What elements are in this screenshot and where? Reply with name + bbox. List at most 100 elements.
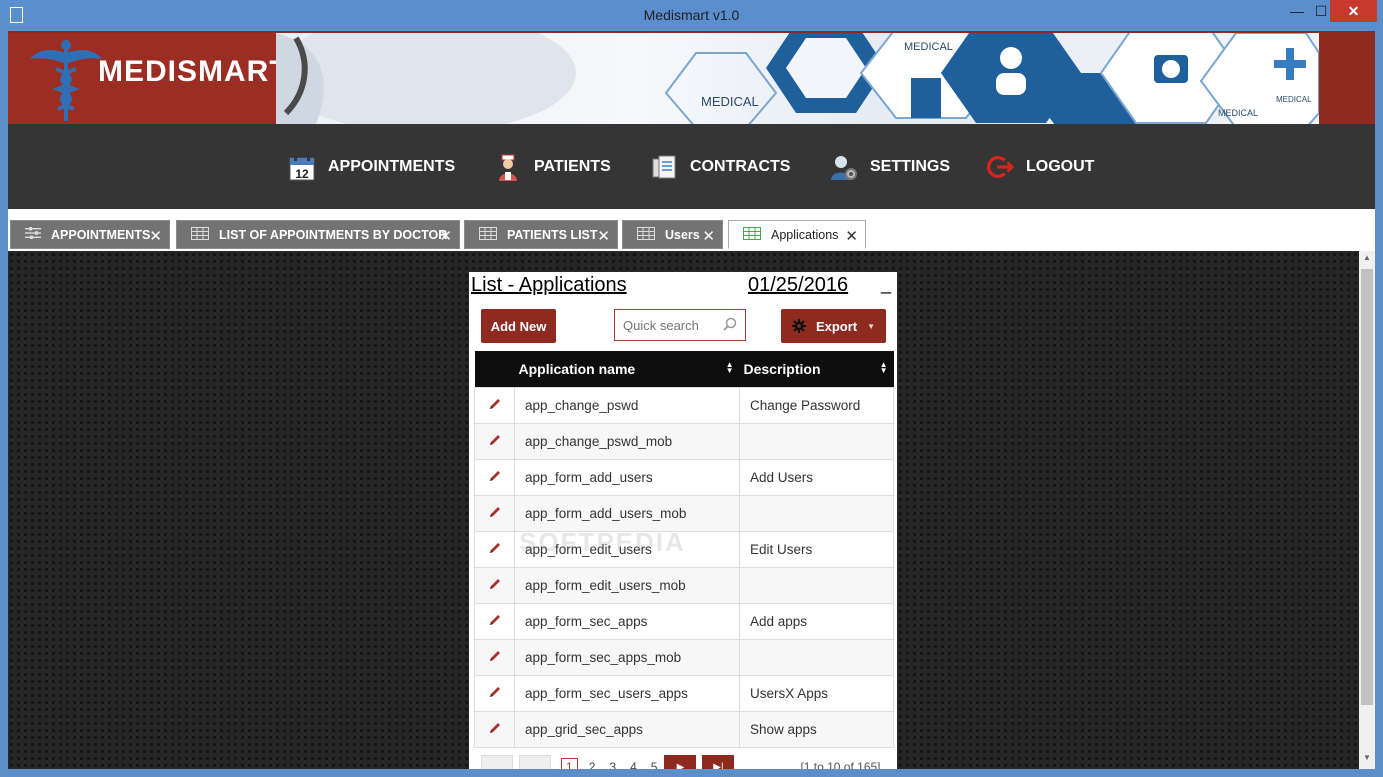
- edit-cell: [474, 639, 515, 676]
- application-name-cell: app_grid_sec_apps: [514, 711, 740, 748]
- banner-label: MEDICAL: [1218, 108, 1259, 118]
- pencil-icon[interactable]: [488, 541, 502, 555]
- nav-label: LOGOUT: [1026, 158, 1095, 175]
- last-page-button[interactable]: ▶|: [702, 755, 735, 769]
- window-titlebar: Medismart v1.0 — ☐ ✕: [0, 0, 1383, 31]
- tab-appointments[interactable]: APPOINTMENTS ✕: [10, 220, 170, 249]
- banner-label: MEDICAL: [1276, 95, 1312, 104]
- medical-hexagon-graphic: [276, 33, 1319, 124]
- tab-label: PATIENTS LIST: [507, 227, 598, 242]
- nav-appointments[interactable]: 12 APPOINTMENTS: [288, 151, 455, 183]
- pencil-icon[interactable]: [488, 397, 502, 411]
- pagination-info: [1 to 10 of 165]: [800, 760, 881, 769]
- search-input[interactable]: [621, 316, 725, 334]
- column-header-application-name[interactable]: Application name ▲ ▼: [514, 351, 740, 388]
- pencil-icon[interactable]: [488, 469, 502, 483]
- page-title: List - Applications: [471, 274, 627, 296]
- chevron-down-icon: ▼: [867, 321, 876, 331]
- nurse-icon: [494, 153, 522, 181]
- page-number[interactable]: 5: [651, 760, 658, 769]
- description-cell: [739, 567, 894, 604]
- page-number-current[interactable]: 1: [561, 758, 578, 769]
- prev-page-button[interactable]: [519, 755, 551, 769]
- edit-column-header: [474, 351, 515, 388]
- tab-label: APPOINTMENTS: [51, 227, 151, 242]
- edit-cell: [474, 459, 515, 496]
- pencil-icon[interactable]: [488, 685, 502, 699]
- application-name-cell: app_form_sec_apps_mob: [514, 639, 740, 676]
- column-header-description[interactable]: Description ▲ ▼: [739, 351, 894, 388]
- tab-users[interactable]: Users ✕: [622, 220, 723, 249]
- page-number[interactable]: 2: [589, 760, 596, 769]
- edit-cell: [474, 531, 515, 568]
- header-banner: MEDISMART MEDICAL MEDICAL MEDICAL MEDICA…: [8, 31, 1375, 126]
- user-gear-icon: [830, 153, 858, 181]
- nav-settings[interactable]: SETTINGS: [830, 151, 950, 183]
- close-icon[interactable]: ✕: [149, 227, 162, 245]
- sliders-icon: [25, 227, 41, 242]
- application-name-cell: app_form_sec_apps: [514, 603, 740, 640]
- documents-icon: [650, 153, 678, 181]
- description-cell: [739, 639, 894, 676]
- close-icon[interactable]: ✕: [845, 227, 858, 245]
- description-cell: UsersX Apps: [739, 675, 894, 712]
- edit-cell: [474, 387, 515, 424]
- tab-applications[interactable]: Applications ✕: [728, 220, 866, 249]
- export-button[interactable]: Export ▼: [781, 309, 886, 343]
- close-icon[interactable]: ✕: [439, 227, 452, 245]
- pencil-icon[interactable]: [488, 433, 502, 447]
- nav-contracts[interactable]: CONTRACTS: [650, 151, 790, 183]
- first-page-button[interactable]: [481, 755, 513, 769]
- logo: MEDISMART: [8, 33, 288, 126]
- maximize-button[interactable]: ☐: [1312, 0, 1330, 22]
- sort-icon[interactable]: ▲ ▼: [880, 361, 888, 375]
- grid-icon: [191, 226, 209, 243]
- close-button[interactable]: ✕: [1330, 0, 1377, 22]
- page-number[interactable]: 4: [630, 760, 637, 769]
- pencil-icon[interactable]: [488, 613, 502, 627]
- scroll-up-icon[interactable]: ▲: [1359, 253, 1375, 267]
- pencil-icon[interactable]: [488, 649, 502, 663]
- application-name-cell: app_form_edit_users_mob: [514, 567, 740, 604]
- scroll-down-icon[interactable]: ▼: [1359, 753, 1375, 767]
- edit-cell: [474, 711, 515, 748]
- edit-cell: [474, 567, 515, 604]
- grid-icon: [743, 226, 761, 243]
- app-client-area: MEDISMART MEDICAL MEDICAL MEDICAL MEDICA…: [8, 31, 1375, 769]
- scrollbar-thumb[interactable]: [1361, 269, 1373, 705]
- sort-icon[interactable]: ▲ ▼: [726, 361, 734, 375]
- table-row: app_grid_sec_apps Show apps: [474, 711, 894, 748]
- search-icon[interactable]: [723, 317, 737, 331]
- page-number[interactable]: 3: [609, 760, 616, 769]
- minimize-button[interactable]: —: [1282, 0, 1312, 22]
- pencil-icon[interactable]: [488, 721, 502, 735]
- application-name-cell: app_form_sec_users_apps: [514, 675, 740, 712]
- nav-logout[interactable]: LOGOUT: [986, 151, 1094, 183]
- pencil-icon[interactable]: [488, 577, 502, 591]
- export-label: Export: [815, 318, 858, 334]
- tab-label: Applications: [771, 227, 839, 242]
- panel-minimize-button[interactable]: _: [881, 274, 891, 295]
- add-new-button[interactable]: Add New: [481, 309, 556, 343]
- nav-label: CONTRACTS: [690, 158, 791, 175]
- tab-label: LIST OF APPOINTMENTS BY DOCTOR: [219, 227, 448, 242]
- close-icon[interactable]: ✕: [597, 227, 610, 245]
- table-row: app_form_sec_users_apps UsersX Apps: [474, 675, 894, 712]
- tab-appointments-by-doctor[interactable]: LIST OF APPOINTMENTS BY DOCTOR ✕: [176, 220, 460, 249]
- gear-icon: [791, 319, 806, 333]
- edit-cell: [474, 423, 515, 460]
- applications-panel: List - Applications 01/25/2016 _ Add New…: [469, 272, 897, 769]
- description-cell: [739, 423, 894, 460]
- description-cell: Edit Users: [739, 531, 894, 568]
- next-page-button[interactable]: ▶: [664, 755, 697, 769]
- table-row: app_form_edit_users_mob: [474, 567, 894, 604]
- tab-patients-list[interactable]: PATIENTS LIST ✕: [464, 220, 618, 249]
- nav-label: APPOINTMENTS: [328, 158, 456, 175]
- description-cell: [739, 495, 894, 532]
- vertical-scrollbar[interactable]: ▲ ▼: [1359, 251, 1375, 769]
- edit-cell: [474, 603, 515, 640]
- close-icon[interactable]: ✕: [702, 227, 715, 245]
- table-row: app_form_sec_apps_mob: [474, 639, 894, 676]
- nav-patients[interactable]: PATIENTS: [494, 151, 611, 183]
- pencil-icon[interactable]: [488, 505, 502, 519]
